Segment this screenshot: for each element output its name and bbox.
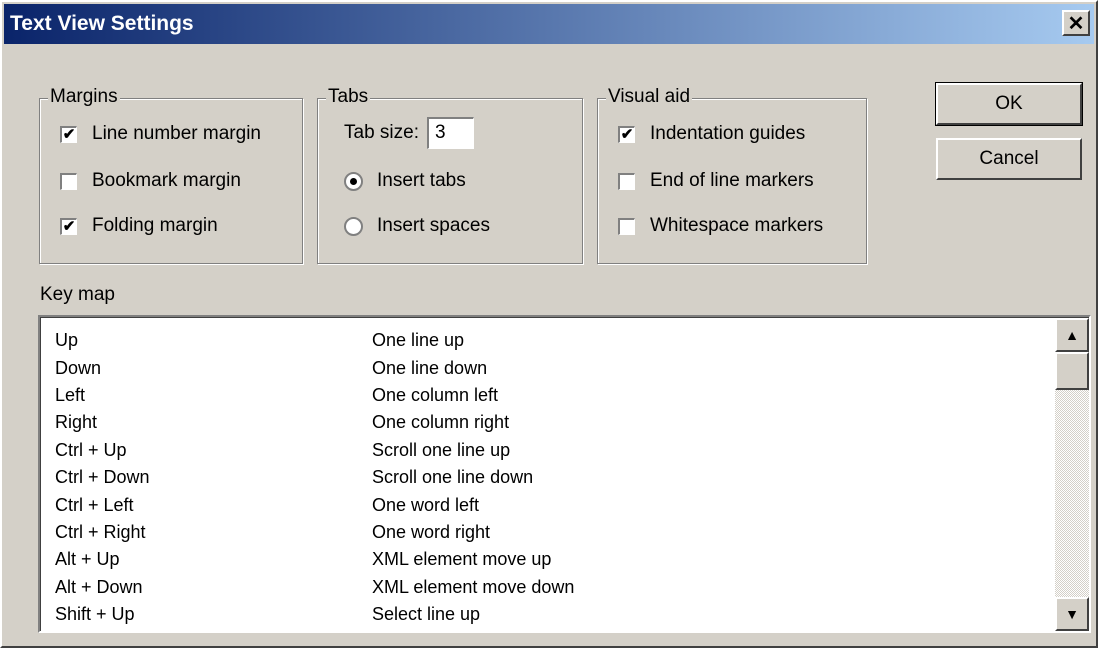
check-icon[interactable]: ✔ — [618, 125, 635, 143]
action-cell: One word right — [372, 521, 491, 542]
cancel-button[interactable]: Cancel — [936, 138, 1082, 180]
insert-tabs-radio[interactable]: Insert tabs — [344, 170, 466, 192]
keymap-rows: Up One line up Down One line down Left One … — [55, 327, 1055, 628]
checkbox-box[interactable] — [618, 172, 635, 190]
line-number-margin-label: Line number margin — [92, 123, 261, 144]
tab-size-input[interactable]: 3 — [426, 117, 474, 149]
action-cell: One column right — [372, 412, 510, 433]
whitespace-markers-label: Whitespace markers — [650, 215, 824, 236]
whitespace-markers-checkbox[interactable]: Whitespace markers — [618, 215, 823, 237]
checkbox-box[interactable] — [60, 172, 77, 190]
action-cell: One word left — [372, 494, 480, 515]
keymap-list[interactable]: Up One line up Down One line down Left One … — [38, 315, 1091, 633]
table-row[interactable]: Ctrl + Up Scroll one line up — [55, 437, 1055, 464]
title-bar[interactable]: Text View Settings ✕ — [4, 4, 1094, 44]
insert-tabs-label: Insert tabs — [377, 170, 466, 191]
check-icon[interactable]: ✔ — [60, 125, 77, 143]
ok-button[interactable]: OK — [935, 82, 1083, 126]
table-row[interactable]: Alt + Down XML element move down — [55, 574, 1055, 601]
bookmark-margin-checkbox[interactable]: Bookmark margin — [60, 170, 241, 192]
visual-aid-group: Visual aid ✔ Indentation guides End of l… — [597, 86, 867, 264]
key-cell: Alt + Up — [55, 549, 120, 570]
scroll-up-button[interactable]: ▲ — [1055, 318, 1089, 352]
action-cell: XML element move up — [372, 549, 552, 570]
key-cell: Ctrl + Up — [55, 439, 127, 460]
tabs-legend: Tabs — [326, 86, 371, 108]
action-cell: One line down — [372, 357, 488, 378]
insert-spaces-label: Insert spaces — [377, 215, 490, 236]
action-cell: XML element move down — [372, 576, 575, 597]
end-of-line-markers-label: End of line markers — [650, 170, 814, 191]
window-title: Text View Settings — [10, 12, 194, 35]
folding-margin-label: Folding margin — [92, 215, 218, 236]
scrollbar-thumb[interactable] — [1055, 352, 1089, 390]
close-button[interactable]: ✕ — [1062, 10, 1090, 36]
table-row[interactable]: Ctrl + Down Scroll one line down — [55, 464, 1055, 491]
key-cell: Ctrl + Right — [55, 521, 146, 542]
tabs-group: Tabs Tab size: 3 Insert tabs Insert spac… — [317, 86, 583, 264]
table-row[interactable]: Right One column right — [55, 409, 1055, 436]
table-row[interactable]: Ctrl + Left One word left — [55, 491, 1055, 518]
check-icon[interactable]: ✔ — [60, 217, 77, 235]
table-row[interactable]: Down One line down — [55, 354, 1055, 381]
action-cell: One column left — [372, 384, 499, 405]
key-cell: Up — [55, 330, 79, 351]
table-row[interactable]: Shift + Up Select line up — [55, 601, 1055, 628]
bookmark-margin-label: Bookmark margin — [92, 170, 241, 191]
arrow-up-icon: ▲ — [1065, 327, 1079, 343]
table-row[interactable]: Up One line up — [55, 327, 1055, 354]
table-row[interactable]: Alt + Up XML element move up — [55, 546, 1055, 573]
action-cell: One line up — [372, 330, 465, 351]
radio-selected-icon[interactable] — [344, 171, 363, 191]
key-cell: Right — [55, 412, 98, 433]
margins-group: Margins ✔ Line number margin Bookmark ma… — [39, 86, 303, 264]
table-row[interactable]: Left One column left — [55, 382, 1055, 409]
key-cell: Ctrl + Left — [55, 494, 134, 515]
radio-icon[interactable] — [344, 216, 363, 236]
arrow-down-icon: ▼ — [1065, 606, 1079, 622]
key-cell: Down — [55, 357, 102, 378]
key-cell: Alt + Down — [55, 576, 143, 597]
vertical-scrollbar[interactable]: ▲ ▼ — [1055, 318, 1089, 631]
insert-spaces-radio[interactable]: Insert spaces — [344, 215, 490, 237]
key-cell: Ctrl + Down — [55, 467, 150, 488]
key-cell: Left — [55, 384, 86, 405]
folding-margin-checkbox[interactable]: ✔ Folding margin — [60, 215, 218, 237]
line-number-margin-checkbox[interactable]: ✔ Line number margin — [60, 123, 261, 145]
tab-size-row: Tab size: 3 — [344, 117, 474, 149]
visual-aid-legend: Visual aid — [606, 86, 693, 108]
action-cell: Scroll one line down — [372, 467, 534, 488]
key-cell: Shift + Up — [55, 604, 135, 625]
action-cell: Select line up — [372, 604, 481, 625]
close-icon: ✕ — [1067, 12, 1085, 35]
keymap-label: Key map — [40, 284, 115, 305]
action-cell: Scroll one line up — [372, 439, 511, 460]
tab-size-label: Tab size: — [344, 122, 419, 143]
text-view-settings-dialog: Text View Settings ✕ Margins ✔ Line numb… — [0, 0, 1098, 648]
indentation-guides-checkbox[interactable]: ✔ Indentation guides — [618, 123, 805, 145]
scroll-down-button[interactable]: ▼ — [1055, 597, 1089, 631]
indentation-guides-label: Indentation guides — [650, 123, 806, 144]
end-of-line-markers-checkbox[interactable]: End of line markers — [618, 170, 814, 192]
margins-legend: Margins — [48, 86, 120, 108]
table-row[interactable]: Ctrl + Right One word right — [55, 519, 1055, 546]
checkbox-box[interactable] — [618, 217, 635, 235]
